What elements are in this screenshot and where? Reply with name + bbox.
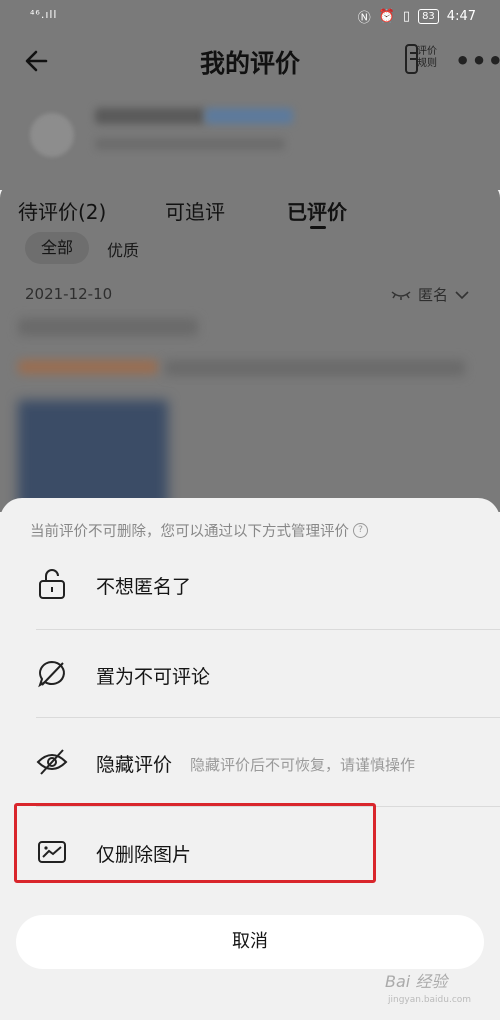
sheet-note: 当前评价不可删除，您可以通过以下方式管理评价 ?: [30, 520, 368, 541]
blurred-badge: [205, 108, 293, 124]
tab-follow-up-review[interactable]: 可追评: [165, 196, 225, 225]
review-rules-button[interactable]: 评价 规则: [404, 42, 440, 78]
option-disable-comments[interactable]: 置为不可评论: [0, 630, 500, 718]
tab-pending-review[interactable]: 待评价(2): [18, 196, 106, 225]
blurred-review-text: [18, 318, 198, 336]
clock: 4:47: [446, 9, 476, 24]
sheet-note-text: 当前评价不可删除，您可以通过以下方式管理评价: [30, 524, 349, 540]
blurred-product-line: [165, 360, 465, 376]
anonymous-label: 匿名: [418, 286, 449, 304]
option-label: 不想匿名了: [96, 576, 192, 598]
no-comment-icon: [38, 660, 65, 688]
chevron-down-icon: [455, 290, 469, 299]
closed-eye-icon: [391, 290, 411, 300]
blurred-username: [95, 108, 205, 124]
profile-area: [0, 90, 500, 190]
help-icon[interactable]: ?: [353, 523, 368, 538]
avatar: [30, 113, 74, 157]
watermark: Bai 经验: [385, 972, 448, 991]
highlight-box: [14, 803, 376, 883]
option-hint: 隐藏评价后不可恢复，请谨慎操作: [190, 756, 416, 774]
status-bar: ⁴⁶.ıll Ⓝ ⏰ ▯ 83 4:47: [0, 0, 500, 32]
blurred-profile-info: [95, 138, 285, 150]
rules-label: 评价 规则: [417, 46, 437, 69]
signal-indicator: ⁴⁶.ıll: [30, 8, 58, 21]
blurred-tag: [18, 360, 158, 374]
hidden-eye-icon: [36, 749, 68, 775]
alarm-icon: ⏰: [378, 9, 395, 24]
cancel-button[interactable]: 取消: [16, 915, 484, 969]
option-hide-review[interactable]: 隐藏评价 隐藏评价后不可恢复，请谨慎操作: [0, 718, 500, 806]
blurred-review-image: [18, 400, 168, 510]
vibrate-icon: ▯: [402, 9, 411, 24]
battery-indicator: 83: [418, 9, 439, 24]
active-tab-indicator: [310, 226, 326, 229]
unlock-icon: [39, 569, 65, 599]
review-date: 2021-12-10: [25, 285, 113, 303]
anonymous-toggle[interactable]: 匿名: [390, 284, 470, 305]
watermark-url: jingyan.baidu.com: [388, 995, 472, 1005]
nfc-icon: Ⓝ: [357, 11, 371, 26]
option-disable-anonymous[interactable]: 不想匿名了: [0, 540, 500, 628]
filter-quality-chip[interactable]: 优质: [107, 237, 139, 261]
option-label: 置为不可评论: [96, 666, 211, 688]
filter-all-chip[interactable]: 全部: [25, 232, 89, 264]
status-icons: Ⓝ ⏰ ▯ 83 4:47: [358, 7, 476, 26]
more-menu-button[interactable]: •••: [455, 47, 500, 75]
app-header: 我的评价 评价 规则 •••: [0, 32, 500, 90]
tab-reviewed[interactable]: 已评价: [287, 196, 347, 225]
option-label: 隐藏评价: [96, 754, 173, 776]
